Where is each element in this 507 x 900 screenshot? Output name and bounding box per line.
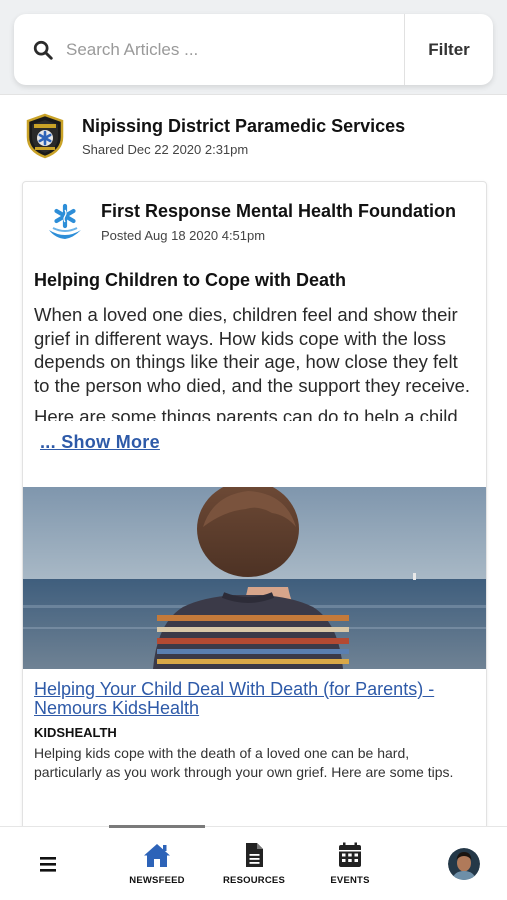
link-preview-description: Helping kids cope with the death of a lo…: [34, 745, 454, 780]
user-avatar[interactable]: [448, 848, 480, 880]
post-body: When a loved one dies, children feel and…: [34, 303, 472, 421]
bottom-navigation: NEWSFEED RESOURCES EVENTS: [0, 825, 507, 900]
posted-date: Posted Aug 18 2020 4:51pm: [101, 228, 266, 243]
show-more-link[interactable]: ... Show More: [40, 432, 160, 453]
link-preview-title[interactable]: Helping Your Child Deal With Death (for …: [34, 680, 474, 718]
tab-label: EVENTS: [330, 875, 370, 886]
hamburger-menu-icon[interactable]: [38, 854, 60, 874]
filter-button[interactable]: Filter: [404, 14, 493, 85]
shared-post: First Response Mental Health Foundation …: [22, 181, 487, 826]
tab-label: NEWSFEED: [129, 875, 185, 886]
tab-newsfeed[interactable]: NEWSFEED: [112, 841, 202, 886]
sharer-name[interactable]: Nipissing District Paramedic Services: [82, 116, 405, 137]
shared-date: Shared Dec 22 2020 2:31pm: [82, 141, 249, 157]
post-author[interactable]: First Response Mental Health Foundation: [101, 201, 456, 222]
home-icon: [144, 844, 170, 867]
link-preview-source: KIDSHEALTH: [34, 725, 117, 740]
tab-label: RESOURCES: [223, 875, 285, 886]
search-bar: Filter: [14, 14, 493, 85]
search-field-container[interactable]: [14, 14, 404, 85]
active-tab-indicator: [109, 825, 205, 828]
feed-post-card: Nipissing District Paramedic Services Sh…: [0, 94, 507, 826]
document-icon: [246, 843, 263, 867]
star-of-life-icon[interactable]: [43, 200, 87, 244]
post-paragraph: When a loved one dies, children feel and…: [34, 304, 471, 396]
search-input[interactable]: [66, 39, 386, 60]
paramedic-badge-icon[interactable]: [24, 113, 66, 159]
post-meta: First Response Mental Health Foundation …: [101, 201, 456, 243]
tab-resources[interactable]: RESOURCES: [209, 841, 299, 886]
search-icon: [33, 40, 53, 60]
post-paragraph: Here are some things parents can do to h…: [34, 406, 458, 421]
calendar-icon: [339, 842, 361, 867]
share-header: Nipissing District Paramedic Services Sh…: [0, 95, 507, 159]
child-at-sea-photo[interactable]: [23, 487, 487, 669]
tab-events[interactable]: EVENTS: [305, 841, 395, 886]
share-meta: Nipissing District Paramedic Services Sh…: [82, 116, 405, 157]
post-header: First Response Mental Health Foundation …: [23, 182, 486, 244]
post-title: Helping Children to Cope with Death: [34, 270, 346, 290]
